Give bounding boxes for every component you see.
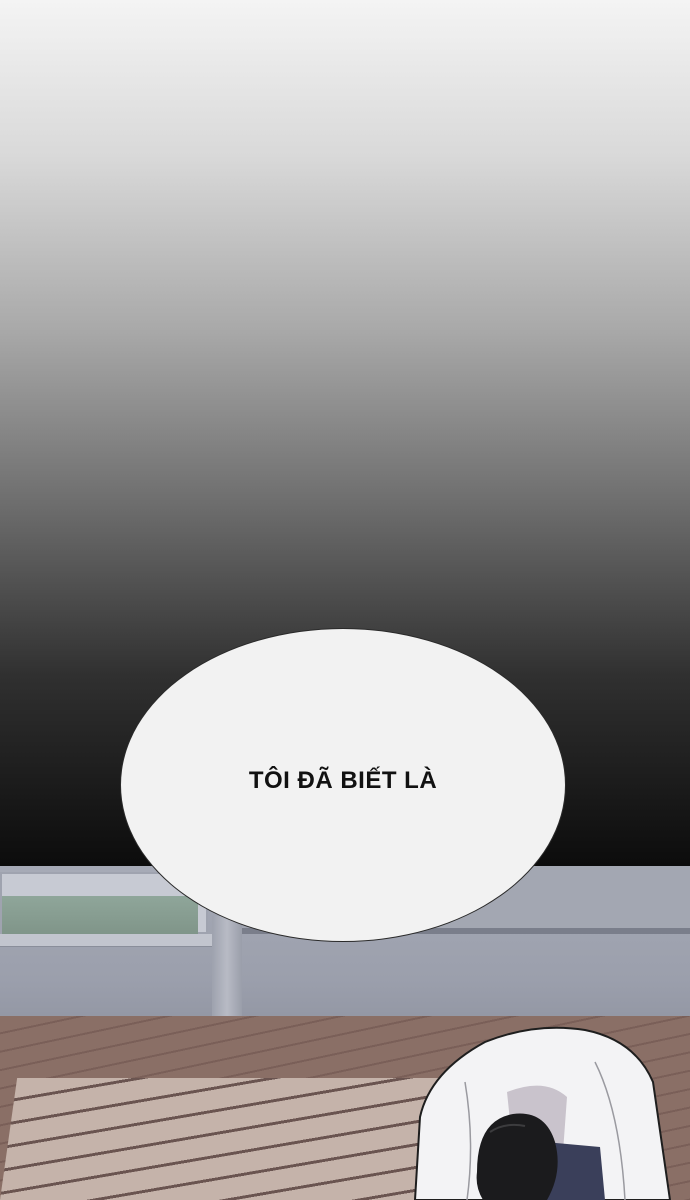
window-sill [0,934,215,947]
window-glass [2,896,198,936]
comic-panel: TÔI ĐÃ BIẾT LÀ [0,0,690,1200]
wooden-bench [0,1078,448,1200]
speech-bubble-text: TÔI ĐÃ BIẾT LÀ [248,767,438,794]
speech-bubble: TÔI ĐÃ BIẾT LÀ [120,628,566,942]
bowing-person-illustration [395,1022,690,1200]
